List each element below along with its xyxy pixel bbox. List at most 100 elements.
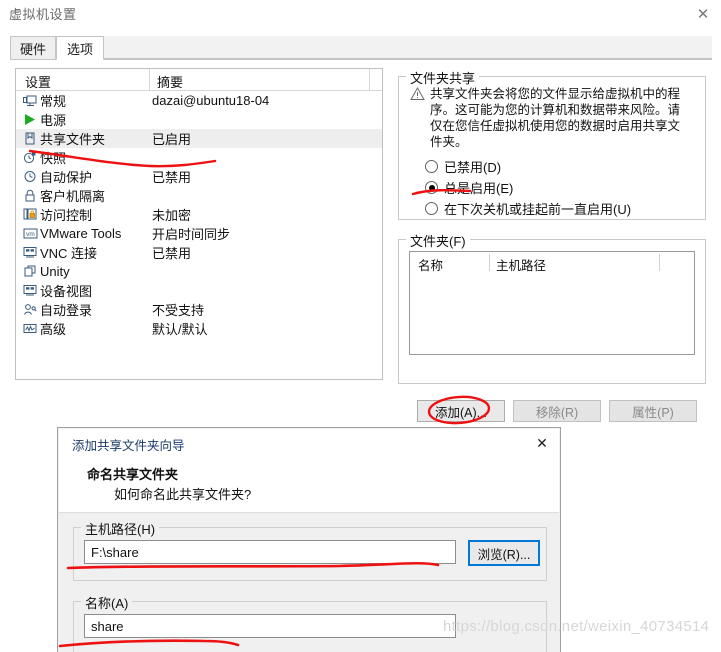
- radio-label: 总是启用(E): [444, 181, 514, 196]
- column-header-host-path: 主机路径: [496, 259, 547, 273]
- column-separator: [489, 254, 490, 271]
- autoprotect-clock-icon: [20, 170, 40, 183]
- tab-options[interactable]: 选项: [56, 36, 104, 60]
- list-item-summary: 已禁用: [152, 170, 192, 185]
- svg-text:vm: vm: [26, 231, 35, 238]
- column-header-setting: 设置: [25, 75, 52, 90]
- auto-login-icon: [20, 303, 40, 316]
- folder-sharing-warning: 共享文件夹会将您的文件显示给虚拟机中的程序。这可能为您的计算机和数据带来风险。请…: [410, 86, 698, 150]
- list-item[interactable]: 高级 默认/默认: [16, 319, 382, 338]
- device-view-icon: [20, 284, 40, 297]
- radio-disabled[interactable]: 已禁用(D): [425, 157, 501, 176]
- monitor-icon: [20, 95, 40, 107]
- warning-triangle-icon: [410, 86, 430, 150]
- name-legend: 名称(A): [81, 593, 133, 612]
- list-item-label: 快照: [40, 151, 67, 166]
- advanced-icon: [20, 322, 40, 335]
- list-item-label: 客户机隔离: [40, 189, 106, 204]
- folder-sharing-group: 文件夹共享 共享文件夹会将您的文件显示给虚拟机中的程序。这可能为您的计算机和数据…: [398, 68, 706, 220]
- header-divider-2: [369, 69, 370, 91]
- column-header-summary: 摘要: [157, 75, 184, 90]
- list-item-summary: 未加密: [152, 208, 192, 223]
- window-title: 虚拟机设置: [9, 7, 77, 22]
- list-item-label: 电源: [40, 113, 67, 128]
- header-divider: [149, 69, 150, 91]
- wizard-heading: 命名共享文件夹: [87, 467, 179, 482]
- settings-list[interactable]: 设置 摘要 常规 dazai@ubuntu18-04 电源 共享文件夹 已启用: [15, 68, 383, 380]
- list-item-summary: 已启用: [152, 132, 192, 147]
- tab-hardware[interactable]: 硬件: [10, 36, 56, 60]
- list-item[interactable]: 客户机隔离: [16, 186, 382, 205]
- add-folder-button[interactable]: 添加(A)...: [417, 400, 505, 422]
- list-item-summary: 默认/默认: [152, 322, 208, 337]
- folder-name-input[interactable]: share: [84, 614, 456, 638]
- radio-label: 已禁用(D): [444, 160, 502, 175]
- wizard-header: 添加共享文件夹向导 ✕ 命名共享文件夹 如何命名此共享文件夹?: [59, 429, 559, 513]
- list-item[interactable]: Unity: [16, 262, 382, 281]
- list-item-summary: 不受支持: [152, 303, 205, 318]
- remove-folder-button[interactable]: 移除(R): [513, 400, 601, 422]
- list-item[interactable]: 设备视图: [16, 281, 382, 300]
- list-item[interactable]: vm VMware Tools 开启时间同步: [16, 224, 382, 243]
- padlock-icon: [20, 189, 40, 202]
- column-header-name: 名称: [418, 259, 444, 273]
- radio-button-selected[interactable]: [425, 181, 438, 194]
- power-play-icon: [20, 113, 40, 126]
- list-item-label: 自动保护: [40, 170, 93, 185]
- folders-group: 文件夹(F) 名称 主机路径: [398, 231, 706, 384]
- vmware-tools-icon: vm: [20, 227, 40, 240]
- list-item[interactable]: 电源: [16, 110, 382, 129]
- close-icon[interactable]: ✕: [691, 3, 715, 25]
- wizard-subheading: 如何命名此共享文件夹?: [114, 487, 252, 502]
- list-item[interactable]: 自动登录 不受支持: [16, 300, 382, 319]
- list-item[interactable]: 自动保护 已禁用: [16, 167, 382, 186]
- host-path-group: 主机路径(H) F:\share 浏览(R)...: [73, 519, 547, 581]
- list-item-label: 高级: [40, 322, 67, 337]
- radio-label: 在下次关机或挂起前一直启用(U): [444, 202, 632, 217]
- watermark-clip: https://blog.csdn.net/weixin_40734514: [443, 614, 721, 644]
- radio-until-next-shutdown[interactable]: 在下次关机或挂起前一直启用(U): [425, 199, 631, 218]
- folders-table-header: 名称 主机路径: [410, 252, 694, 273]
- column-separator: [659, 254, 660, 271]
- folder-sharing-legend: 文件夹共享: [406, 68, 480, 87]
- list-item[interactable]: 访问控制 未加密: [16, 205, 382, 224]
- shared-folder-icon: [20, 132, 40, 145]
- list-item[interactable]: 快照: [16, 148, 382, 167]
- list-item-label: 访问控制: [40, 208, 93, 223]
- virtual-machine-settings-window: 虚拟机设置 ✕ 硬件 选项 设置 摘要 常规 dazai@ubuntu18-04…: [0, 0, 721, 652]
- list-item-label: 自动登录: [40, 303, 93, 318]
- list-item-summary: dazai@ubuntu18-04: [152, 93, 270, 108]
- browse-button[interactable]: 浏览(R)...: [468, 540, 540, 566]
- snapshot-clock-icon: [20, 151, 40, 164]
- list-item-shared-folders[interactable]: 共享文件夹 已启用: [16, 129, 382, 148]
- radio-button[interactable]: [425, 160, 438, 173]
- list-item-summary: 已禁用: [152, 246, 192, 261]
- access-control-icon: [20, 208, 40, 221]
- list-item-label: 设备视图: [40, 284, 93, 299]
- list-item[interactable]: 常规 dazai@ubuntu18-04: [16, 91, 382, 110]
- tabstrip: 硬件 选项: [10, 36, 712, 60]
- folder-properties-button[interactable]: 属性(P): [609, 400, 697, 422]
- vnc-icon: [20, 246, 40, 259]
- unity-icon: [20, 265, 40, 278]
- close-icon[interactable]: ✕: [531, 433, 553, 453]
- settings-list-header: 设置 摘要: [16, 69, 382, 91]
- list-item-label: VMware Tools: [40, 226, 122, 241]
- list-item-label: VNC 连接: [40, 246, 98, 261]
- folders-legend: 文件夹(F): [406, 231, 470, 250]
- list-item[interactable]: VNC 连接 已禁用: [16, 243, 382, 262]
- list-item-summary: 开启时间同步: [152, 227, 231, 242]
- list-item-label: 常规: [40, 94, 67, 109]
- tabstrip-filler: [104, 36, 712, 59]
- radio-dot: [428, 184, 435, 191]
- folder-sharing-warning-text: 共享文件夹会将您的文件显示给虚拟机中的程序。这可能为您的计算机和数据带来风险。请…: [430, 87, 681, 149]
- host-path-legend: 主机路径(H): [81, 519, 160, 538]
- radio-button[interactable]: [425, 202, 438, 215]
- wizard-title: 添加共享文件夹向导: [72, 439, 185, 453]
- watermark: https://blog.csdn.net/weixin_40734514: [443, 618, 710, 635]
- folders-table[interactable]: 名称 主机路径: [409, 251, 695, 355]
- list-item-label: Unity: [40, 264, 70, 279]
- radio-always-enabled[interactable]: 总是启用(E): [425, 178, 513, 197]
- list-item-label: 共享文件夹: [40, 132, 106, 147]
- host-path-input[interactable]: F:\share: [84, 540, 456, 564]
